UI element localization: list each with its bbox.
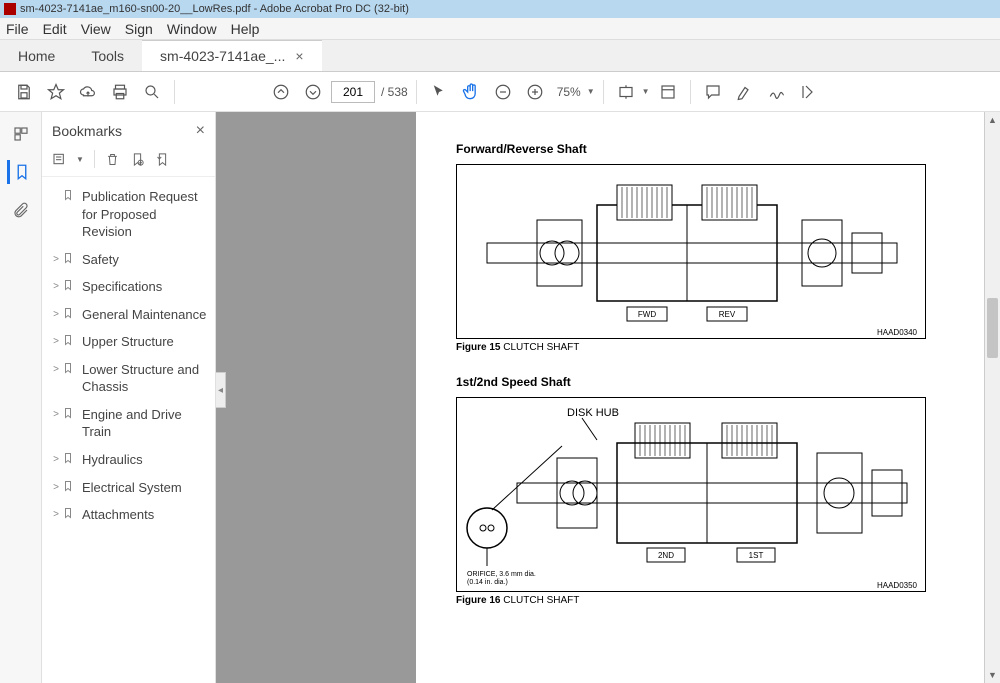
toolbar-separator	[603, 80, 604, 104]
scroll-thumb[interactable]	[987, 298, 998, 358]
menu-file[interactable]: File	[6, 21, 29, 37]
toolbar-separator	[690, 80, 691, 104]
page-number-input[interactable]	[331, 81, 375, 103]
bookmarks-title: Bookmarks	[52, 123, 122, 139]
page-display-icon[interactable]	[654, 78, 682, 106]
menu-help[interactable]: Help	[231, 21, 260, 37]
scroll-up-icon[interactable]: ▲	[985, 112, 1000, 128]
tab-bar: Home Tools sm-4023-7141ae_... ×	[0, 40, 1000, 72]
bookmarks-list: Publication Request for Proposed Revisio…	[42, 177, 215, 533]
thumbnails-icon[interactable]	[9, 122, 33, 146]
svg-text:HAAD0350: HAAD0350	[877, 581, 918, 590]
bookmark-item[interactable]: >Lower Structure and Chassis	[46, 356, 211, 401]
cloud-icon[interactable]	[74, 78, 102, 106]
fit-dropdown-icon[interactable]: ▼	[642, 87, 650, 96]
svg-text:DISK HUB: DISK HUB	[567, 407, 619, 419]
star-icon[interactable]	[42, 78, 70, 106]
tab-document[interactable]: sm-4023-7141ae_... ×	[142, 40, 322, 71]
toolbar: / 538 75% ▼ ▼	[0, 72, 1000, 112]
attachments-icon[interactable]	[9, 198, 33, 222]
figure2-title: 1st/2nd Speed Shaft	[456, 375, 976, 389]
main-area: Bookmarks × ▼ Publication Request for Pr…	[0, 112, 1000, 683]
scroll-down-icon[interactable]: ▼	[985, 667, 1000, 683]
bm-options-icon[interactable]	[52, 151, 68, 167]
tab-close-icon[interactable]: ×	[295, 48, 303, 64]
vertical-scrollbar[interactable]: ▲ ▼	[984, 112, 1000, 683]
collapse-handle-icon[interactable]: ◂	[216, 372, 226, 408]
bookmark-item[interactable]: >Specifications	[46, 273, 211, 301]
bookmarks-panel: Bookmarks × ▼ Publication Request for Pr…	[42, 112, 216, 683]
menu-bar: File Edit View Sign Window Help	[0, 18, 1000, 40]
tab-tools[interactable]: Tools	[73, 40, 142, 71]
select-icon[interactable]	[425, 78, 453, 106]
zoom-out-icon[interactable]	[489, 78, 517, 106]
svg-text:2ND: 2ND	[658, 551, 674, 560]
more-icon[interactable]	[795, 78, 823, 106]
save-icon[interactable]	[10, 78, 38, 106]
figure2-box: DISK HUB 2ND 1ST ORIFICE, 3.6 mm dia.(0.…	[456, 397, 926, 592]
bookmark-item[interactable]: Publication Request for Proposed Revisio…	[46, 183, 211, 246]
bm-new-icon[interactable]	[130, 152, 145, 167]
svg-text:REV: REV	[719, 310, 736, 319]
menu-window[interactable]: Window	[167, 21, 217, 37]
nav-pane	[0, 112, 42, 683]
print-icon[interactable]	[106, 78, 134, 106]
sign-icon[interactable]	[763, 78, 791, 106]
tab-home[interactable]: Home	[0, 40, 73, 71]
bookmark-item[interactable]: >Hydraulics	[46, 446, 211, 474]
bookmark-item[interactable]: >Safety	[46, 246, 211, 274]
comment-icon[interactable]	[699, 78, 727, 106]
bm-delete-icon[interactable]	[105, 152, 120, 167]
page-total-label: / 538	[381, 85, 408, 99]
page-down-icon[interactable]	[299, 78, 327, 106]
figure1-caption: Figure 15 CLUTCH SHAFT	[456, 342, 976, 353]
toolbar-separator	[174, 80, 175, 104]
menu-sign[interactable]: Sign	[125, 21, 153, 37]
pdf-page: Forward/Reverse Shaft	[416, 112, 1000, 683]
bookmarks-toolbar: ▼	[42, 146, 215, 177]
hand-icon[interactable]	[457, 78, 485, 106]
bookmark-item[interactable]: >Engine and Drive Train	[46, 401, 211, 446]
zoom-dropdown-icon[interactable]: ▼	[587, 87, 595, 96]
find-icon[interactable]	[138, 78, 166, 106]
bookmark-item[interactable]: >General Maintenance	[46, 301, 211, 329]
zoom-in-icon[interactable]	[521, 78, 549, 106]
figure1-box: FWD REV HAAD0340	[456, 164, 926, 339]
svg-text:ORIFICE, 3.6 mm dia.(0.14 in.: ORIFICE, 3.6 mm dia.(0.14 in. dia.)	[467, 571, 536, 586]
svg-text:HAAD0340: HAAD0340	[877, 328, 918, 337]
bookmarks-close-icon[interactable]: ×	[196, 122, 205, 140]
window-titlebar: sm-4023-7141ae_m160-sn00-20__LowRes.pdf …	[0, 0, 1000, 18]
tab-document-label: sm-4023-7141ae_...	[160, 48, 285, 64]
highlight-icon[interactable]	[731, 78, 759, 106]
fit-width-icon[interactable]	[612, 78, 640, 106]
bookmark-item[interactable]: >Attachments	[46, 501, 211, 529]
zoom-level[interactable]: 75%	[557, 85, 581, 99]
menu-view[interactable]: View	[81, 21, 111, 37]
scroll-track[interactable]	[985, 128, 1000, 667]
menu-edit[interactable]: Edit	[43, 21, 67, 37]
svg-text:1ST: 1ST	[749, 551, 764, 560]
bookmark-item[interactable]: >Electrical System	[46, 474, 211, 502]
window-title: sm-4023-7141ae_m160-sn00-20__LowRes.pdf …	[20, 3, 409, 15]
bookmark-item[interactable]: >Upper Structure	[46, 328, 211, 356]
toolbar-separator	[416, 80, 417, 104]
bookmarks-icon[interactable]	[7, 160, 31, 184]
document-area[interactable]: ◂ Forward/Reverse Shaft	[216, 112, 1000, 683]
figure1-title: Forward/Reverse Shaft	[456, 142, 976, 156]
bm-expand-icon[interactable]	[155, 152, 170, 167]
figure2-caption: Figure 16 CLUTCH SHAFT	[456, 595, 976, 606]
app-icon	[4, 3, 16, 15]
page-up-icon[interactable]	[267, 78, 295, 106]
svg-text:FWD: FWD	[638, 310, 656, 319]
